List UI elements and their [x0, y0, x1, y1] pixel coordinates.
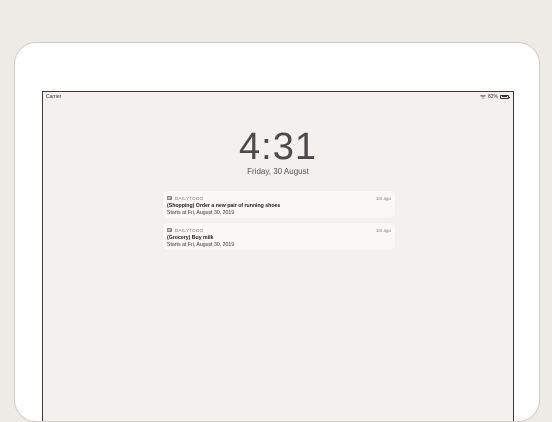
notification-header: DAILYTODO 1m ago	[167, 195, 391, 201]
battery-percent: 82%	[487, 93, 498, 100]
app-icon	[167, 228, 172, 232]
app-icon	[167, 196, 172, 200]
notification-body: Starts at Fri, August 30, 2019	[167, 210, 235, 216]
status-indicators: 82%	[480, 93, 510, 100]
notification-body: Starts at Fri, August 30, 2019	[167, 242, 235, 248]
notification-card[interactable]: DAILYTODO 1m ago (Grocery) Buy milk Star…	[163, 223, 395, 250]
status-bar: Carrier 82%	[43, 92, 513, 102]
battery-fill	[501, 96, 508, 97]
notification-app-name: DAILYTODO	[175, 195, 204, 201]
battery-icon	[500, 94, 510, 99]
notification-card[interactable]: DAILYTODO 1m ago (Shopping) Order a new …	[163, 191, 395, 218]
battery-tip	[508, 96, 510, 98]
notification-title: (Grocery) Buy milk	[167, 235, 214, 241]
notification-header: DAILYTODO 1m ago	[167, 227, 391, 233]
wifi-icon	[480, 94, 486, 99]
lock-clock: 4:31	[239, 126, 317, 168]
carrier-label: Carrier	[46, 94, 62, 100]
notification-app-name: DAILYTODO	[175, 227, 204, 233]
lock-screen: Carrier 82% 4:31 Friday, 30 August DAILY…	[42, 91, 514, 421]
notification-time: 1m ago	[375, 195, 391, 201]
notification-time: 1m ago	[375, 227, 391, 233]
lock-date: Friday, 30 August	[247, 167, 309, 176]
notification-title: (Shopping) Order a new pair of running s…	[167, 203, 281, 209]
